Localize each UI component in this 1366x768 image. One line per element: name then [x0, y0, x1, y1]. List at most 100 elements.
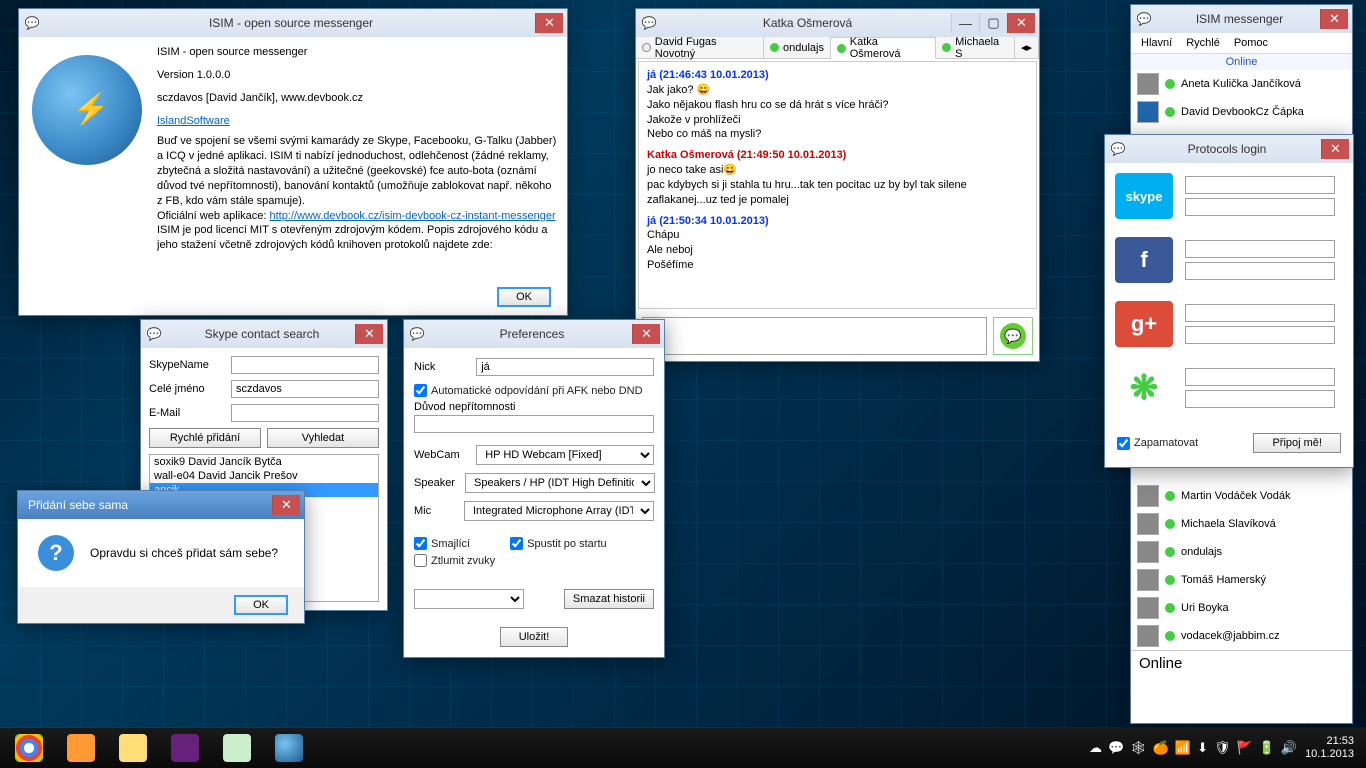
close-icon[interactable]: ✕ [1320, 9, 1348, 29]
confirm-titlebar[interactable]: Přidání sebe sama ✕ [18, 491, 304, 519]
remember-checkbox[interactable]: Zapamatovat [1117, 437, 1198, 450]
roster-titlebar[interactable]: 💬 ISIM messenger ✕ [1131, 5, 1352, 33]
taskbar-app-chrome[interactable] [4, 730, 54, 766]
connect-button[interactable]: Připoj mě! [1253, 433, 1341, 453]
icq-user-input[interactable] [1185, 368, 1335, 386]
minimize-icon[interactable]: — [951, 13, 979, 33]
tray-icon[interactable]: 📶 [1175, 740, 1191, 756]
mic-select[interactable]: Integrated Microphone Array (IDT H [464, 501, 654, 521]
contact-row[interactable]: Uri Boyka [1131, 594, 1352, 622]
menu-help[interactable]: Pomoc [1234, 37, 1268, 49]
close-icon[interactable]: ✕ [1321, 139, 1349, 159]
tray-icon[interactable]: 🚩 [1237, 740, 1253, 756]
contact-row[interactable]: vodacek@jabbim.cz [1131, 622, 1352, 650]
about-version: Version 1.0.0.0 [157, 68, 559, 83]
fb-user-input[interactable] [1185, 240, 1335, 258]
close-icon[interactable]: ✕ [535, 13, 563, 33]
about-ok-button[interactable]: OK [497, 287, 551, 307]
taskbar-app-notepad[interactable] [212, 730, 262, 766]
skypename-input[interactable] [231, 356, 379, 374]
email-input[interactable] [231, 404, 379, 422]
taskbar-app-isim[interactable] [264, 730, 314, 766]
reason-input[interactable] [414, 415, 654, 433]
contact-row[interactable]: Michaela Slavíková [1131, 510, 1352, 538]
chat-tab[interactable]: David Fugas Novotný [636, 37, 764, 58]
about-title: ISIM - open source messenger [47, 16, 535, 30]
skype-pass-input[interactable] [1185, 198, 1335, 216]
proto-row-skype: skype [1115, 173, 1343, 219]
menu-quick[interactable]: Rychlé [1186, 37, 1220, 49]
about-desc2a: Oficiální web aplikace: [157, 210, 270, 222]
quick-add-button[interactable]: Rychlé přidání [149, 428, 261, 448]
close-icon[interactable]: ✕ [355, 324, 383, 344]
avatar [1137, 513, 1159, 535]
close-icon[interactable]: ✕ [632, 324, 660, 344]
chrome-icon [15, 734, 43, 762]
history-select[interactable] [414, 589, 524, 609]
chat-input[interactable] [642, 317, 987, 355]
menu-main[interactable]: Hlavní [1141, 37, 1172, 49]
tray-icon[interactable]: 🔊 [1281, 740, 1297, 756]
mute-checkbox[interactable]: Ztlumit zvuky [414, 554, 654, 567]
chat-tab[interactable]: Michaela S [936, 37, 1015, 58]
nick-input[interactable] [476, 358, 654, 376]
auto-reply-checkbox[interactable]: Automatické odpovídání při AFK nebo DND [414, 384, 654, 397]
roster-status[interactable]: Online [1131, 650, 1352, 676]
tray-icon[interactable]: 🕸 [1130, 740, 1147, 756]
island-software-link[interactable]: IslandSoftware [157, 115, 230, 127]
search-button[interactable]: Vyhledat [267, 428, 379, 448]
system-tray: ☁ 💬 🕸 🍊 📶 ⬇ 🛡 🚩 🔋 🔊 21:53 10.1.2013 [1089, 735, 1362, 761]
app-icon: 💬 [640, 14, 658, 32]
skype-titlebar[interactable]: 💬 Skype contact search ✕ [141, 320, 387, 348]
taskbar-clock[interactable]: 21:53 10.1.2013 [1305, 735, 1354, 761]
about-titlebar[interactable]: 💬 ISIM - open source messenger ✕ [19, 9, 567, 37]
avatar [1137, 101, 1159, 123]
smileys-checkbox[interactable]: Smajlící [414, 537, 470, 550]
chat-titlebar[interactable]: 💬 Katka Ošmerová — ▢ ✕ [636, 9, 1039, 37]
tab-scroll-icon[interactable]: ◂▸ [1015, 37, 1039, 58]
prefs-titlebar[interactable]: 💬 Preferences ✕ [404, 320, 664, 348]
send-button[interactable]: 💬 [993, 317, 1033, 355]
contact-row[interactable]: Tomáš Hamerský [1131, 566, 1352, 594]
taskbar-app-explorer[interactable] [108, 730, 158, 766]
close-icon[interactable]: ✕ [1007, 13, 1035, 33]
taskbar-app-vs[interactable] [160, 730, 210, 766]
maximize-icon[interactable]: ▢ [979, 13, 1007, 33]
skype-user-input[interactable] [1185, 176, 1335, 194]
list-item[interactable]: soxik9 David Jancík Bytča [150, 455, 378, 469]
chat-title: Katka Ošmerová [664, 16, 951, 30]
contact-row[interactable]: Martin Vodáček Vodák [1131, 482, 1352, 510]
contact-row[interactable]: ondulajs [1131, 538, 1352, 566]
contact-row[interactable]: Aneta Kulička Jančíková [1131, 70, 1352, 98]
startup-checkbox[interactable]: Spustit po startu [510, 537, 607, 550]
fb-pass-input[interactable] [1185, 262, 1335, 280]
contact-row[interactable]: David DevbookCz Čápka [1131, 98, 1352, 126]
about-official-link[interactable]: http://www.devbook.cz/isim-devbook-cz-in… [270, 210, 556, 222]
tray-icon[interactable]: ⬇ [1197, 740, 1208, 756]
confirm-ok-button[interactable]: OK [234, 595, 288, 615]
fullname-input[interactable] [231, 380, 379, 398]
proto-titlebar[interactable]: 💬 Protocols login ✕ [1105, 135, 1353, 163]
speaker-select[interactable]: Speakers / HP (IDT High Definition [465, 473, 655, 493]
google-pass-input[interactable] [1185, 326, 1335, 344]
list-item[interactable]: wall-e04 David Jancik Prešov [150, 469, 378, 483]
google-user-input[interactable] [1185, 304, 1335, 322]
tray-icon[interactable]: 🛡 [1214, 740, 1231, 756]
tray-icon[interactable]: 💬 [1108, 740, 1124, 756]
tray-icon[interactable]: ☁ [1089, 740, 1102, 756]
chat-tab[interactable]: ondulajs [764, 37, 831, 58]
save-button[interactable]: Uložit! [500, 627, 569, 647]
tray-icons[interactable]: ☁ 💬 🕸 🍊 📶 ⬇ 🛡 🚩 🔋 🔊 [1089, 740, 1297, 756]
webcam-select[interactable]: HP HD Webcam [Fixed] [476, 445, 654, 465]
chat-messages[interactable]: já (21:46:43 10.01.2013) Jak jako? 😀 Jak… [638, 61, 1037, 309]
tray-icon[interactable]: 🍊 [1153, 740, 1169, 756]
tray-icon[interactable]: 🔋 [1259, 740, 1275, 756]
avatar [1137, 569, 1159, 591]
chat-tab-active[interactable]: Katka Ošmerová [831, 37, 936, 59]
icq-pass-input[interactable] [1185, 390, 1335, 408]
isim-icon [275, 734, 303, 762]
close-icon[interactable]: ✕ [272, 495, 300, 515]
taskbar-app-media[interactable] [56, 730, 106, 766]
preferences-window: 💬 Preferences ✕ Nick Automatické odpovíd… [403, 319, 665, 658]
clear-history-button[interactable]: Smazat historii [564, 589, 654, 609]
